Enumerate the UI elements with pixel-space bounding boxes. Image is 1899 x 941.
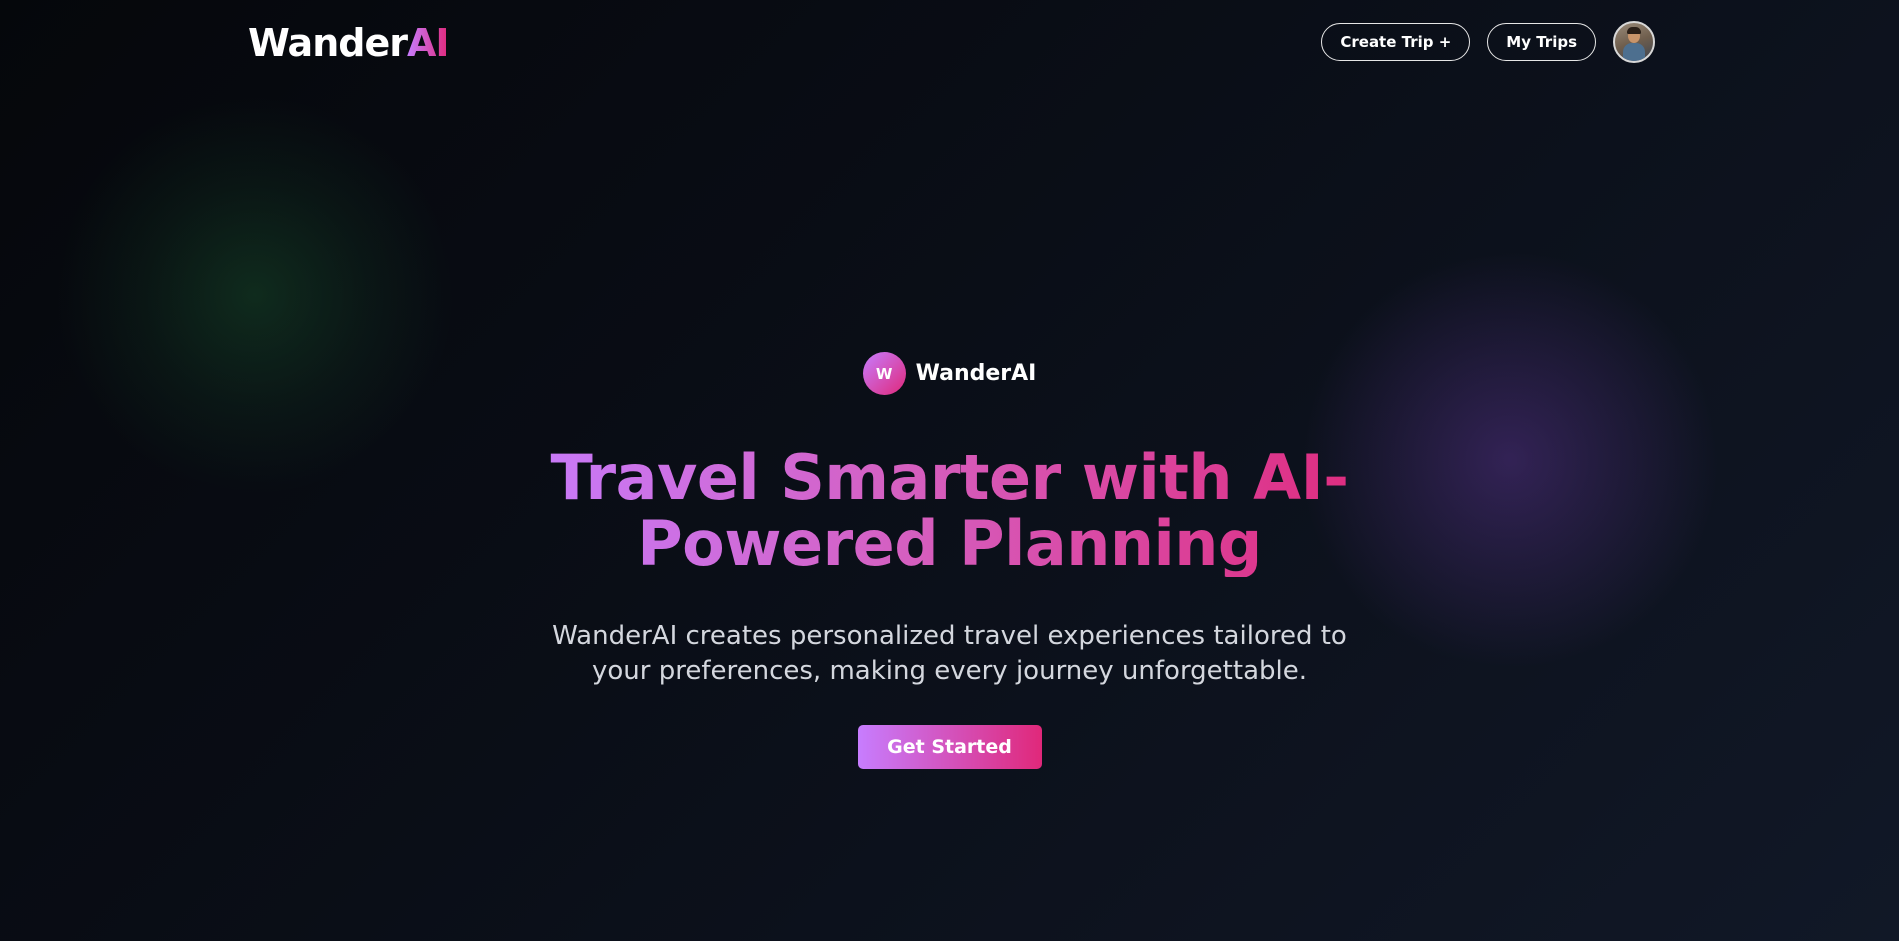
user-avatar[interactable] [1613, 21, 1655, 63]
avatar-hair-shape [1627, 27, 1641, 34]
nav-actions: Create Trip + My Trips [1321, 21, 1655, 63]
brand-badge-icon: W [862, 352, 906, 395]
create-trip-button[interactable]: Create Trip + [1321, 23, 1471, 61]
brand-badge-text: WanderAI [915, 361, 1037, 386]
my-trips-button[interactable]: My Trips [1487, 23, 1596, 61]
hero-headline: Travel Smarter with AI-Powered Planning [500, 445, 1400, 577]
brand-logo[interactable]: WanderAI [248, 18, 450, 68]
hero-section: W WanderAI Travel Smarter with AI-Powere… [0, 352, 1899, 769]
get-started-button[interactable]: Get Started [857, 725, 1042, 769]
avatar-body-shape [1623, 43, 1645, 61]
hero-subtext: WanderAI creates personalized travel exp… [552, 621, 1347, 686]
logo-text: Wander [248, 21, 408, 65]
brand-badge: W WanderAI [862, 352, 1037, 395]
logo-accent: AI [406, 21, 450, 65]
